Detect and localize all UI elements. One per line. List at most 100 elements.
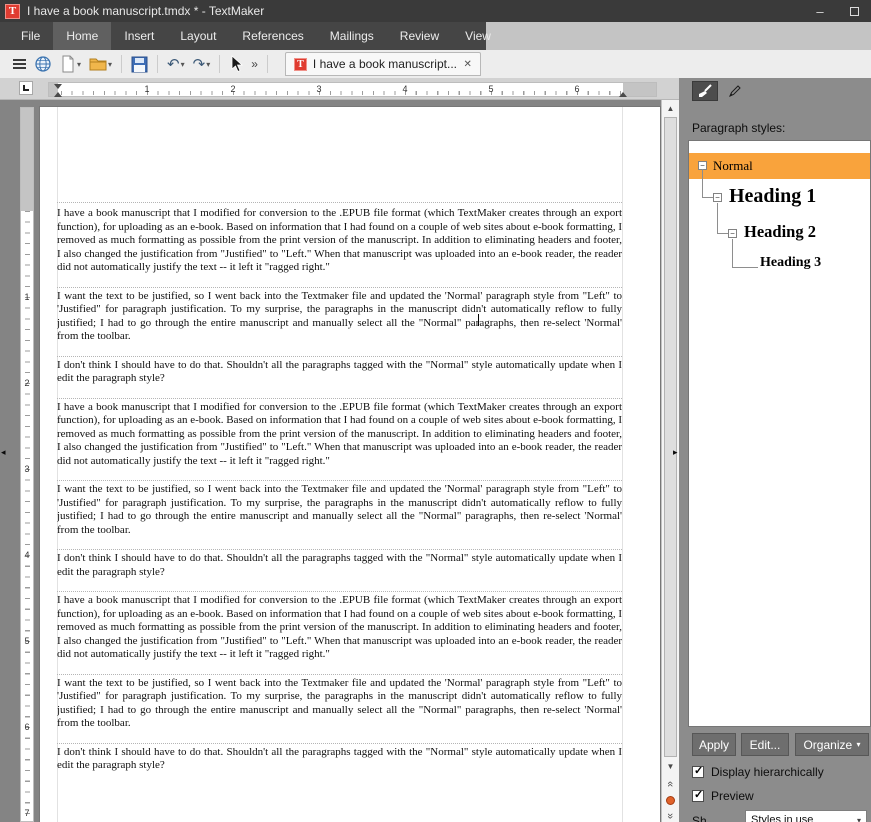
style-name-heading3[interactable]: Heading 3	[760, 255, 821, 271]
menu-insert[interactable]: Insert	[111, 22, 167, 50]
ruler-number: 1	[21, 292, 33, 302]
first-line-indent-marker[interactable]	[54, 84, 62, 89]
tree-connector	[717, 203, 718, 234]
checkbox-checked-icon[interactable]: ✓	[692, 766, 704, 778]
online-help-globe-icon[interactable]	[30, 52, 56, 76]
style-name-heading2[interactable]: Heading 2	[744, 222, 816, 242]
ruler-top-margin-zone	[21, 108, 33, 211]
maximize-button[interactable]	[837, 0, 871, 22]
toolbar-separator	[267, 55, 268, 73]
character-styles-pane-button[interactable]	[722, 81, 748, 101]
organize-dropdown-icon: ▾	[857, 740, 861, 749]
tab-stop-icon	[23, 85, 29, 91]
quick-access-toolbar: ▾ ▾ ↶ ▾ ↷ ▾ » T I have a book manuscript…	[0, 50, 871, 78]
paintbrush-icon	[697, 83, 713, 99]
scrollbar-thumb[interactable]	[664, 117, 677, 757]
display-hierarchically-checkbox[interactable]: ✓ Display hierarchically	[692, 765, 824, 779]
document-page[interactable]: I have a book manuscript that I modified…	[40, 107, 660, 822]
undo-dropdown-icon[interactable]: ▾	[181, 60, 185, 69]
tab-stop-selector[interactable]	[19, 81, 33, 95]
panel-title: Paragraph styles:	[692, 121, 785, 135]
styles-filter-value: Styles in use	[751, 814, 813, 822]
new-document-dropdown-icon[interactable]: ▾	[77, 60, 81, 69]
right-margin-guide	[622, 107, 623, 822]
paragraph[interactable]: I have a book manuscript that I modified…	[57, 591, 622, 662]
ruler-number: 7	[21, 808, 33, 818]
document-tab[interactable]: T I have a book manuscript.... ✕	[285, 52, 481, 76]
next-page-button[interactable]: »	[662, 808, 679, 822]
right-indent-marker[interactable]	[619, 92, 627, 97]
ruler-right-margin-zone	[623, 83, 656, 96]
vertical-scrollbar[interactable]: ▲ ▼ « »	[661, 100, 679, 822]
menu-view[interactable]: View	[452, 22, 504, 50]
checkbox-label: Preview	[711, 789, 754, 803]
toolbar-separator	[157, 55, 158, 73]
textmaker-window: T I have a book manuscript.tmdx * - Text…	[0, 0, 871, 822]
style-name-heading1[interactable]: Heading 1	[729, 185, 816, 208]
previous-page-button[interactable]: «	[662, 776, 679, 792]
undo-button[interactable]: ↶ ▾	[163, 52, 189, 76]
left-splitter-handle[interactable]: ◂	[1, 448, 6, 457]
menu-review[interactable]: Review	[387, 22, 452, 50]
tree-connector	[702, 169, 703, 198]
style-name-normal[interactable]: Normal	[713, 158, 753, 174]
styles-filter-dropdown[interactable]: Styles in use ▾	[745, 810, 867, 822]
minimize-button[interactable]: –	[803, 0, 837, 22]
right-splitter-handle[interactable]: ▸	[673, 448, 678, 457]
dropdown-arrow-icon: ▾	[857, 816, 861, 822]
double-chevron-up-icon: «	[665, 781, 677, 787]
preview-checkbox[interactable]: ✓ Preview	[692, 789, 754, 803]
maximize-icon	[850, 7, 859, 16]
select-pointer-button[interactable]	[225, 52, 247, 76]
styles-tree[interactable]: − Normal − Heading 1 − Heading 2 Heading…	[688, 140, 871, 727]
redo-icon: ↷	[193, 57, 206, 72]
hamburger-menu-icon[interactable]	[9, 52, 30, 76]
redo-button[interactable]: ↷ ▾	[189, 52, 215, 76]
paragraph[interactable]: I want the text to be justified, so I we…	[57, 674, 622, 731]
organize-button[interactable]: Organize ▾	[795, 733, 869, 756]
checkbox-checked-icon[interactable]: ✓	[692, 790, 704, 802]
paragraph-styles-pane-button[interactable]	[692, 81, 718, 101]
scroll-down-button[interactable]: ▼	[662, 758, 679, 774]
menu-mailings[interactable]: Mailings	[317, 22, 387, 50]
scroll-up-button[interactable]: ▲	[662, 100, 679, 116]
toolbar-separator	[121, 55, 122, 73]
collapse-icon[interactable]: −	[728, 229, 737, 238]
edit-button[interactable]: Edit...	[741, 733, 789, 756]
paragraph[interactable]: I have a book manuscript that I modified…	[57, 202, 622, 275]
collapse-icon[interactable]: −	[713, 193, 722, 202]
pointer-cursor-icon	[229, 55, 243, 73]
browse-object-button[interactable]	[662, 792, 679, 808]
document-tab-label: I have a book manuscript....	[313, 57, 456, 71]
apply-button[interactable]: Apply	[692, 733, 736, 756]
paragraph[interactable]: I don't think I should have to do that. …	[57, 356, 622, 386]
save-button[interactable]	[127, 52, 152, 76]
paragraph[interactable]: I don't think I should have to do that. …	[57, 549, 622, 579]
undo-icon: ↶	[167, 57, 180, 72]
new-document-button[interactable]: ▾	[56, 52, 85, 76]
paragraph[interactable]: I don't think I should have to do that. …	[57, 743, 622, 773]
toolbar-overflow-icon[interactable]: »	[247, 52, 262, 76]
document-text[interactable]: I have a book manuscript that I modified…	[57, 202, 622, 820]
paragraph[interactable]: I want the text to be justified, so I we…	[57, 287, 622, 344]
menu-layout[interactable]: Layout	[167, 22, 229, 50]
menu-bar: File Home Insert Layout References Maili…	[0, 22, 871, 50]
window-title: I have a book manuscript.tmdx * - TextMa…	[27, 4, 803, 18]
document-tab-close-icon[interactable]: ✕	[464, 59, 472, 70]
paragraph[interactable]: I have a book manuscript that I modified…	[57, 398, 622, 469]
ruler-row: 1 2 3 4 5 6	[0, 78, 679, 100]
menu-home[interactable]: Home	[53, 22, 111, 50]
paragraph[interactable]: I want the text to be justified, so I we…	[57, 480, 622, 537]
open-dropdown-icon[interactable]: ▾	[108, 60, 112, 69]
redo-dropdown-icon[interactable]: ▾	[206, 60, 210, 69]
left-indent-marker[interactable]	[54, 92, 62, 97]
open-document-button[interactable]: ▾	[85, 52, 116, 76]
menu-references[interactable]: References	[229, 22, 316, 50]
pen-icon	[727, 83, 743, 99]
ruler-number: 2	[230, 84, 235, 94]
open-folder-icon	[89, 56, 107, 72]
vertical-ruler: 1 2 3 4 5 6 7	[20, 107, 34, 822]
ruler-number: 6	[574, 84, 579, 94]
menu-file[interactable]: File	[8, 22, 53, 50]
ruler-number: 5	[488, 84, 493, 94]
